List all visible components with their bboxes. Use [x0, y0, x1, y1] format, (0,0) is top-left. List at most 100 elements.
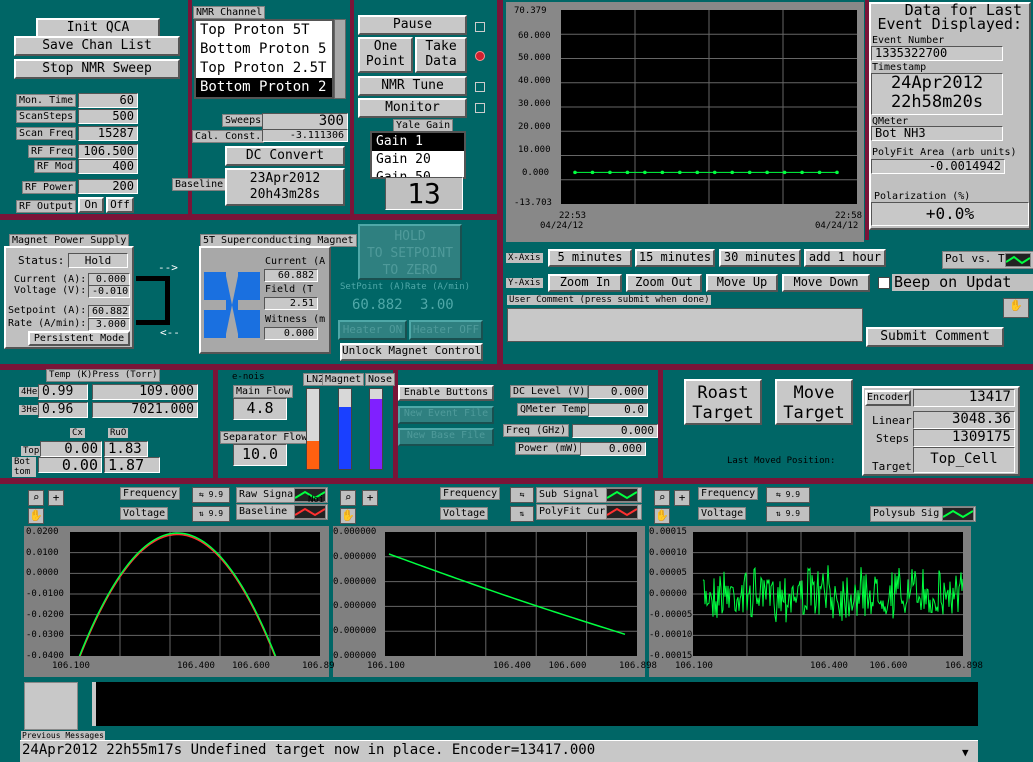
g2-y-format-icon[interactable]: ⇅ — [510, 506, 534, 522]
x-15min-button[interactable]: 15 minutes — [635, 249, 715, 267]
yale-gain-list[interactable]: Gain 1 Gain 20 Gain 50 — [370, 131, 466, 179]
gain-item[interactable]: Gain 20 — [372, 151, 464, 169]
qmeter-value: Bot NH3 — [871, 126, 1003, 141]
stop-nmr-sweep-button[interactable]: Stop NMR Sweep — [14, 59, 180, 79]
y-move-up-button[interactable]: Move Up — [706, 274, 778, 292]
y-tick-label: 0.000000 — [333, 601, 377, 612]
y-zoom-in-button[interactable]: Zoom In — [548, 274, 622, 292]
ps-setpoint-value: 60.882 — [88, 305, 130, 318]
event-number-value: 1335322700 — [871, 46, 1003, 61]
heater-off-button[interactable]: Heater OFF — [409, 320, 483, 340]
submit-comment-button[interactable]: Submit Comment — [866, 327, 1004, 347]
x-30min-button[interactable]: 30 minutes — [719, 249, 801, 267]
y-tick-label: -0.00015 — [649, 651, 693, 661]
x-tick-label: 106.89 — [302, 661, 335, 671]
encoder-button[interactable]: Encoder — [865, 390, 911, 406]
zoom-icon[interactable]: ⌕ — [340, 490, 356, 506]
gain-item-selected[interactable]: Gain 1 — [372, 133, 464, 151]
g2-x-format-icon[interactable]: ⇆ — [510, 487, 534, 503]
dc-convert-button[interactable]: DC Convert — [225, 146, 345, 166]
strip-y-tick: 0.000 — [522, 168, 550, 178]
nmr-channel-item[interactable]: Top Proton 2.5T — [196, 59, 332, 78]
status-value: Hold — [68, 253, 128, 268]
he3-temp: 0.96 — [38, 402, 88, 418]
y-tick-label: -0.0400 — [26, 651, 64, 661]
move-target-button[interactable]: Move Target — [775, 379, 853, 425]
qmeter-temp-label: QMeter Temp — [517, 403, 590, 416]
polyfit-label: PolyFit Area (arb units) — [872, 147, 1017, 158]
rf-off-button[interactable]: Off — [106, 197, 134, 213]
strip-data-point — [643, 170, 647, 175]
zoom-icon[interactable]: ⌕ — [28, 490, 44, 506]
g1-y-format-icon[interactable]: ⇅ 9.9 — [192, 506, 230, 522]
hold-to-setpoint-button[interactable]: HOLD TO SETPOINT TO ZERO — [358, 224, 462, 280]
nose-label: Nose — [365, 373, 396, 386]
hand-icon[interactable]: ✋ — [340, 508, 356, 524]
plus-icon[interactable]: + — [48, 490, 64, 506]
nmr-channel-label: NMR Channel — [193, 6, 266, 19]
take-data-button[interactable]: Take Data — [415, 37, 467, 73]
comment-input[interactable] — [507, 308, 863, 342]
cal-const-label: Cal. Const. — [192, 130, 265, 143]
message-dropdown-icon[interactable]: ▼ — [962, 746, 969, 759]
one-point-button[interactable]: One Point — [358, 37, 413, 73]
x-axis-label: X-Axis — [506, 253, 543, 263]
y-tick-label: -0.00005 — [649, 609, 693, 620]
nmr-channel-item[interactable]: Top Proton 5T — [196, 21, 332, 40]
baseline-button[interactable]: 23Apr2012 20h43m28s — [225, 168, 345, 206]
monitor-button[interactable]: Monitor — [358, 98, 467, 118]
rf-freq-value: 106.500 — [78, 144, 138, 159]
roast-target-button[interactable]: Roast Target — [684, 379, 762, 425]
nmr-channel-scrollbar[interactable] — [334, 19, 346, 99]
timestamp-value: 24Apr2012 22h58m20s — [871, 73, 1003, 115]
nmr-channel-item-selected[interactable]: Bottom Proton 2 — [196, 78, 332, 97]
take-data-line1: Take — [425, 39, 457, 54]
plus-icon[interactable]: + — [362, 490, 378, 506]
x-5min-button[interactable]: 5 minutes — [548, 249, 632, 267]
heater-on-button[interactable]: Heater ON — [338, 320, 407, 340]
ln2-level-bar — [306, 388, 320, 470]
sc-witness-label: Witness (m — [265, 314, 326, 325]
hand-icon[interactable]: ✋ — [28, 508, 44, 524]
nmr-channel-list[interactable]: Top Proton 5T Bottom Proton 5 Top Proton… — [194, 19, 334, 99]
nmr-channel-item[interactable]: Bottom Proton 5 — [196, 40, 332, 59]
bottom-label: Bottom — [12, 457, 36, 477]
persistent-mode-button[interactable]: Persistent Mode — [28, 331, 130, 346]
one-point-line2: Point — [365, 54, 406, 69]
take-data-line2: Data — [425, 54, 457, 69]
new-event-file-button[interactable]: New Event File — [398, 406, 494, 424]
y-tick-label: -0.0300 — [26, 630, 64, 641]
divider-v-e — [658, 370, 663, 478]
enable-buttons-button[interactable]: Enable Buttons — [398, 385, 494, 401]
hand-icon[interactable]: ✋ — [1003, 298, 1029, 318]
hand-icon[interactable]: ✋ — [654, 508, 670, 524]
g3-y-format-icon[interactable]: ⇅ 9.9 — [766, 506, 810, 522]
nmr-tune-button[interactable]: NMR Tune — [358, 76, 467, 96]
unlock-magnet-button[interactable]: Unlock Magnet Controls — [340, 343, 483, 361]
beep-label: Beep on Updat — [892, 274, 1033, 291]
strip-data-point — [712, 170, 717, 175]
g1-x-format-icon[interactable]: ⇆ 9.9 — [192, 487, 230, 503]
rf-power-label: RF Power — [22, 181, 77, 194]
g3-x-format-icon[interactable]: ⇆ 9.9 — [766, 487, 810, 503]
y-zoom-out-button[interactable]: Zoom Out — [626, 274, 702, 292]
rf-on-button[interactable]: On — [78, 197, 104, 213]
save-chan-list-button[interactable]: Save Chan List — [14, 36, 180, 56]
top-label: Top — [21, 446, 42, 456]
zoom-icon[interactable]: ⌕ — [654, 490, 670, 506]
init-qca-button[interactable]: Init QCA — [36, 18, 160, 38]
plus-icon[interactable]: + — [674, 490, 690, 506]
ps-rate-value: 3.000 — [88, 318, 130, 331]
flow-units: e-nois — [232, 372, 265, 382]
divider-h-3 — [0, 478, 1033, 484]
pause-button[interactable]: Pause — [358, 15, 467, 35]
pause-indicator — [475, 22, 485, 32]
sweeps-value[interactable]: 300 — [262, 113, 348, 130]
he4-temp: 0.99 — [38, 384, 88, 400]
new-base-file-button[interactable]: New Base File — [398, 428, 494, 446]
y-move-down-button[interactable]: Move Down — [782, 274, 870, 292]
linear-value: 3048.36 — [913, 411, 1015, 429]
x-add-hour-button[interactable]: add 1 hour — [804, 249, 886, 267]
mon-time-value: 60 — [78, 93, 138, 108]
beep-checkbox[interactable] — [878, 277, 890, 289]
